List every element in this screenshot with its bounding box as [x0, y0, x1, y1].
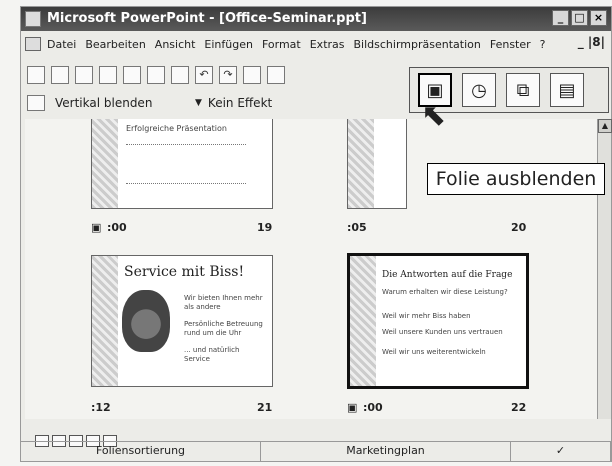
- powerpoint-window: Microsoft PowerPoint - [Office-Seminar.p…: [20, 6, 612, 462]
- menu-help[interactable]: ?: [540, 38, 546, 51]
- format-painter-icon[interactable]: [171, 66, 189, 84]
- status-bar: Foliensortierung Marketingplan ✓: [21, 441, 611, 461]
- slide-number: 21: [257, 401, 273, 414]
- menu-format[interactable]: Format: [262, 38, 301, 51]
- menu-bearbeiten[interactable]: Bearbeiten: [85, 38, 145, 51]
- document-icon[interactable]: [25, 37, 41, 51]
- chevron-down-icon[interactable]: ▼: [195, 98, 202, 108]
- slide-background-stripe: [92, 256, 118, 386]
- menu-fenster[interactable]: Fenster: [490, 38, 531, 51]
- slide-thumbnail[interactable]: [347, 119, 407, 209]
- window-title: Microsoft PowerPoint - [Office-Seminar.p…: [47, 11, 367, 26]
- slide-thumbnail[interactable]: Erfolgreiche Präsentation: [91, 119, 273, 209]
- slide-timing: :00: [107, 221, 127, 234]
- slide-title: Service mit Biss!: [124, 264, 245, 280]
- open-icon[interactable]: [51, 66, 69, 84]
- slide-timing: :05: [347, 221, 367, 234]
- menu-datei[interactable]: Datei: [47, 38, 76, 51]
- menu-ansicht[interactable]: Ansicht: [155, 38, 196, 51]
- note-icon: ▣: [91, 221, 102, 234]
- status-view: Foliensortierung: [21, 442, 261, 461]
- slide-timing: :12: [91, 401, 111, 414]
- slide-bullet: ... und natürlich Service: [184, 346, 240, 363]
- slide-bullet: Weil wir uns weiterentwickeln: [382, 348, 486, 356]
- standard-toolbar: ↶ ↷: [21, 61, 401, 89]
- lion-image: [122, 290, 170, 352]
- slide-background-stripe: [350, 256, 376, 386]
- slide-text: Erfolgreiche Präsentation: [126, 124, 227, 133]
- tooltip: Folie ausblenden: [427, 163, 605, 195]
- menu-bar: Datei Bearbeiten Ansicht Einfügen Format…: [21, 33, 611, 55]
- maximize-button[interactable]: □: [571, 10, 588, 26]
- rehearse-timings-icon[interactable]: ◷: [462, 73, 496, 107]
- summary-slide-icon[interactable]: ⧉: [506, 73, 540, 107]
- slide-number: 22: [511, 401, 527, 414]
- slide-background-stripe: [92, 119, 118, 208]
- slide-background-stripe: [348, 119, 374, 208]
- scroll-up-icon[interactable]: ▲: [598, 119, 612, 133]
- slide-bullet: Warum erhalten wir diese Leistung?: [382, 288, 508, 296]
- status-design: Marketingplan: [261, 442, 511, 461]
- slide-thumbnail[interactable]: Service mit Biss! Wir bieten Ihnen mehr …: [91, 255, 273, 387]
- mdi-controls[interactable]: _ |8|: [578, 35, 605, 49]
- slide-bullet: Wir bieten Ihnen mehr als andere: [184, 294, 263, 311]
- slide-bullet: Weil wir mehr Biss haben: [382, 312, 471, 320]
- new-icon[interactable]: [27, 66, 45, 84]
- spelling-icon[interactable]: ✓: [511, 442, 611, 461]
- speaker-notes-icon[interactable]: ▤: [550, 73, 584, 107]
- note-icon: ▣: [347, 401, 358, 414]
- new-slide-icon[interactable]: [267, 66, 285, 84]
- slide-sorter-toolbar: Vertikal blenden ▼ Kein Effekt: [21, 91, 401, 115]
- powerpoint-icon: [25, 11, 41, 27]
- minimize-button[interactable]: _: [552, 10, 569, 26]
- print-icon[interactable]: [99, 66, 117, 84]
- slide-text-lines: [126, 144, 246, 184]
- close-button[interactable]: ×: [590, 10, 607, 26]
- menu-extras[interactable]: Extras: [310, 38, 345, 51]
- insert-chart-icon[interactable]: [243, 66, 261, 84]
- slide-number: 19: [257, 221, 273, 234]
- transition-select[interactable]: Vertikal blenden: [55, 96, 195, 110]
- slide-timing: :00: [363, 401, 383, 414]
- slide-bullet: Weil unsere Kunden uns vertrauen: [382, 328, 503, 336]
- window-controls: _ □ ×: [552, 10, 607, 26]
- effect-select[interactable]: Kein Effekt: [208, 96, 272, 110]
- slide-transition-icon[interactable]: [27, 95, 45, 111]
- copy-icon[interactable]: [123, 66, 141, 84]
- slide-title: Die Antworten auf die Frage: [382, 270, 513, 280]
- mouse-cursor-icon: ⬉: [421, 98, 447, 133]
- menu-bildschirmpraesentation[interactable]: Bildschirmpräsentation: [354, 38, 481, 51]
- title-bar: Microsoft PowerPoint - [Office-Seminar.p…: [21, 7, 611, 31]
- menu-einfuegen[interactable]: Einfügen: [204, 38, 253, 51]
- slide-number: 20: [511, 221, 527, 234]
- paste-icon[interactable]: [147, 66, 165, 84]
- redo-icon[interactable]: ↷: [219, 66, 237, 84]
- undo-icon[interactable]: ↶: [195, 66, 213, 84]
- save-icon[interactable]: [75, 66, 93, 84]
- slide-bullet: Persönliche Betreuung rund um die Uhr: [184, 320, 263, 337]
- slide-thumbnail-selected[interactable]: Die Antworten auf die Frage Warum erhalt…: [347, 253, 529, 389]
